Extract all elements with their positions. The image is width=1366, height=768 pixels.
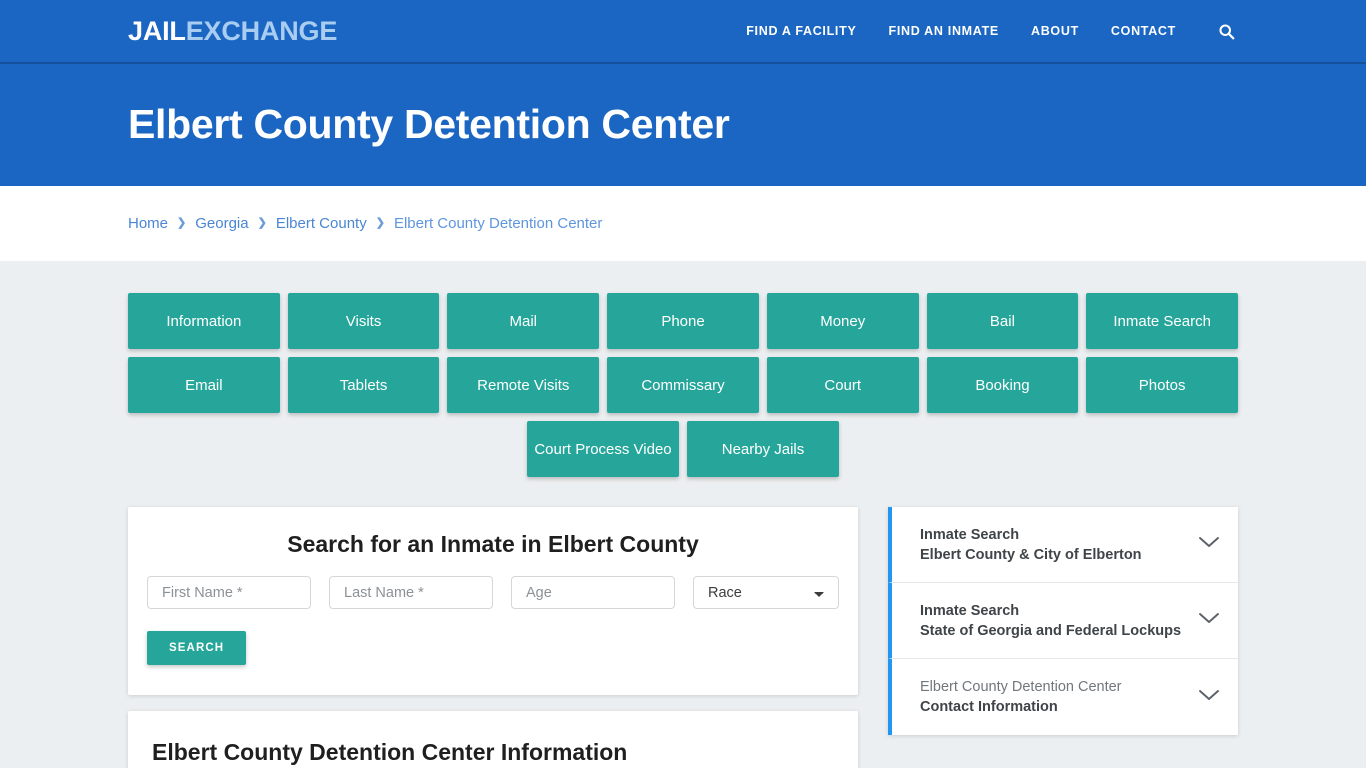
accordion-item-text: Inmate Search State of Georgia and Feder… xyxy=(920,601,1188,641)
main-navigation: FIND A FACILITY FIND AN INMATE ABOUT CON… xyxy=(746,19,1238,43)
inmate-search-title: Search for an Inmate in Elbert County xyxy=(287,531,699,557)
accordion-item-inmate-search-state[interactable]: Inmate Search State of Georgia and Feder… xyxy=(888,583,1238,659)
accordion-item-line2: State of Georgia and Federal Lockups xyxy=(920,622,1182,639)
main-column: Search for an Inmate in Elbert County Ra… xyxy=(128,507,858,768)
chevron-right-icon: ❯ xyxy=(177,217,187,229)
chevron-right-icon: ❯ xyxy=(257,217,267,229)
accordion-item-line2: Elbert County & City of Elberton xyxy=(920,546,1142,563)
chevron-down-icon[interactable] xyxy=(1198,611,1220,630)
tile-information[interactable]: Information xyxy=(127,293,280,349)
search-button[interactable]: SEARCH xyxy=(147,631,247,665)
tile-visits[interactable]: Visits xyxy=(287,293,440,349)
breadcrumb-item-home[interactable]: Home xyxy=(128,215,168,232)
tile-row-3: Court Process Video Nearby Jails xyxy=(128,421,1238,477)
tile-tablets[interactable]: Tablets xyxy=(287,357,440,413)
main-content: Information Visits Mail Phone Money Bail… xyxy=(0,261,1366,768)
tile-email[interactable]: Email xyxy=(127,357,280,413)
accordion-item-line1: Inmate Search xyxy=(920,526,1020,543)
last-name-input[interactable] xyxy=(329,576,493,609)
logo-text-primary: JAIL xyxy=(128,15,186,46)
inmate-search-fields: Race xyxy=(147,576,839,609)
breadcrumb-item-elbert-county[interactable]: Elbert County xyxy=(276,215,367,232)
race-select[interactable]: Race xyxy=(693,576,839,609)
age-input[interactable] xyxy=(511,576,675,609)
facility-information-heading: Elbert County Detention Center Informati… xyxy=(152,739,628,765)
chevron-right-icon: ❯ xyxy=(375,217,385,229)
nav-item-contact[interactable]: CONTACT xyxy=(1111,24,1176,38)
inmate-search-card: Search for an Inmate in Elbert County Ra… xyxy=(128,507,858,695)
facility-information-card: Elbert County Detention Center Informati… xyxy=(128,711,858,768)
tile-inmate-search[interactable]: Inmate Search xyxy=(1086,293,1239,349)
page-title: Elbert County Detention Center xyxy=(128,101,730,148)
chevron-down-icon[interactable] xyxy=(1198,688,1220,707)
chevron-down-icon[interactable] xyxy=(1198,535,1220,554)
tile-nearby-jails[interactable]: Nearby Jails xyxy=(687,421,839,477)
tile-money[interactable]: Money xyxy=(766,293,919,349)
tile-row-1: Information Visits Mail Phone Money Bail… xyxy=(127,293,1239,349)
site-header: JAILEXCHANGE FIND A FACILITY FIND AN INM… xyxy=(0,0,1366,64)
nav-item-find-an-inmate[interactable]: FIND AN INMATE xyxy=(888,24,998,38)
breadcrumb: Home ❯ Georgia ❯ Elbert County ❯ Elbert … xyxy=(128,215,602,232)
tile-court[interactable]: Court xyxy=(766,357,919,413)
accordion-item-text: Elbert County Detention Center Contact I… xyxy=(920,677,1188,717)
tile-court-process-video[interactable]: Court Process Video xyxy=(527,421,679,477)
tile-remote-visits[interactable]: Remote Visits xyxy=(447,357,600,413)
sidebar: Inmate Search Elbert County & City of El… xyxy=(888,507,1238,735)
tile-bail[interactable]: Bail xyxy=(926,293,1079,349)
content-columns: Search for an Inmate in Elbert County Ra… xyxy=(128,507,1238,768)
accordion-item-inmate-search-county[interactable]: Inmate Search Elbert County & City of El… xyxy=(888,507,1238,583)
accordion-item-line2: Contact Information xyxy=(920,699,1058,715)
tile-booking[interactable]: Booking xyxy=(926,357,1079,413)
tile-photos[interactable]: Photos xyxy=(1086,357,1239,413)
accordion-item-line1: Inmate Search xyxy=(920,602,1020,619)
first-name-input[interactable] xyxy=(147,576,311,609)
breadcrumb-item-current[interactable]: Elbert County Detention Center xyxy=(394,215,602,232)
accordion-item-text: Inmate Search Elbert County & City of El… xyxy=(920,525,1188,565)
hero-banner: Elbert County Detention Center xyxy=(0,64,1366,186)
site-logo[interactable]: JAILEXCHANGE xyxy=(128,15,338,46)
tile-row-2: Email Tablets Remote Visits Commissary C… xyxy=(127,357,1239,413)
accordion-item-line1: Elbert County Detention Center xyxy=(920,679,1122,695)
breadcrumb-item-georgia[interactable]: Georgia xyxy=(195,215,248,232)
sidebar-accordion: Inmate Search Elbert County & City of El… xyxy=(888,507,1238,735)
logo-text-secondary: EXCHANGE xyxy=(185,15,338,46)
accordion-item-contact-information[interactable]: Elbert County Detention Center Contact I… xyxy=(888,659,1238,735)
facility-section-tiles: Information Visits Mail Phone Money Bail… xyxy=(127,261,1239,477)
nav-item-about[interactable]: ABOUT xyxy=(1031,24,1079,38)
tile-phone[interactable]: Phone xyxy=(607,293,759,349)
search-icon[interactable] xyxy=(1214,19,1238,43)
nav-item-find-a-facility[interactable]: FIND A FACILITY xyxy=(746,24,856,38)
breadcrumb-band: Home ❯ Georgia ❯ Elbert County ❯ Elbert … xyxy=(0,186,1366,261)
tile-mail[interactable]: Mail xyxy=(447,293,600,349)
tile-commissary[interactable]: Commissary xyxy=(607,357,759,413)
